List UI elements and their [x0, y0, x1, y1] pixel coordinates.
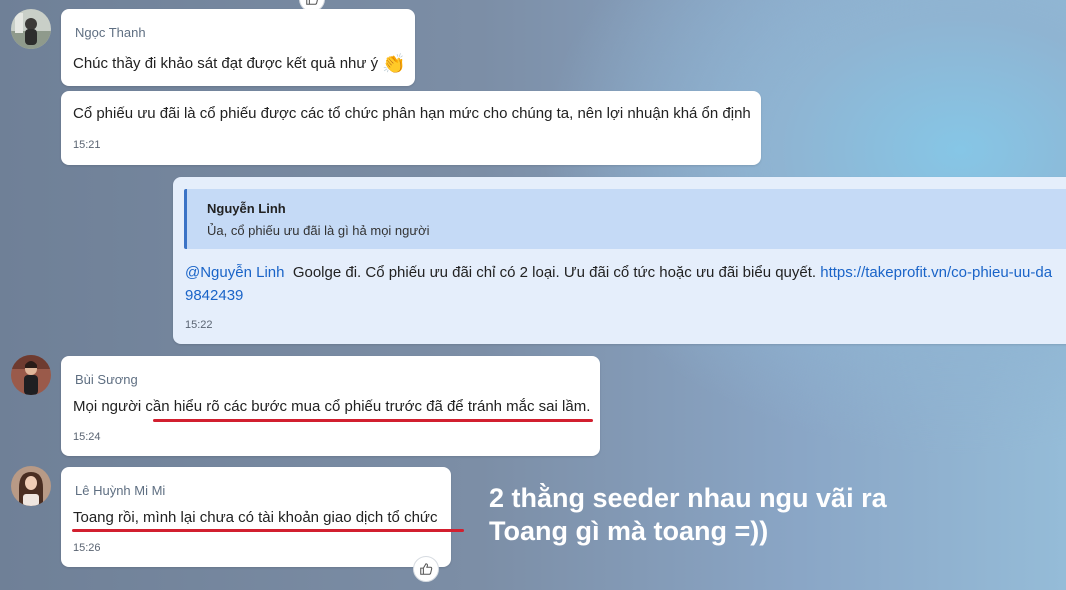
message-text: Mọi người cần hiểu rõ các bước mua cổ ph…	[73, 398, 591, 415]
avatar-bui-suong[interactable]	[11, 355, 51, 395]
red-underline-annotation	[153, 419, 593, 422]
url-link[interactable]: https://takeprofit.vn/co-phieu-uu-da	[820, 264, 1052, 281]
message-text: Toang rồi, mình lại chưa có tài khoản gi…	[73, 509, 438, 526]
message-time: 15:22	[185, 319, 213, 331]
reply-quote[interactable]: Nguyễn Linh Ủa, cổ phiếu ưu đãi là gì hả…	[184, 189, 1066, 249]
message-bubble: Bùi Sương Mọi người cần hiểu rõ các bước…	[61, 356, 600, 456]
mention-link[interactable]: @Nguyễn Linh	[185, 264, 284, 281]
avatar-ngoc-thanh[interactable]	[11, 9, 51, 49]
overlay-caption: 2 thằng seeder nhau ngu vãi ra Toang gì …	[489, 482, 887, 548]
message-bubble: Lê Huỳnh Mi Mi Toang rồi, mình lại chưa …	[61, 467, 451, 567]
message-text-content: Chúc thầy đi khảo sát đạt được kết quả n…	[73, 55, 379, 72]
message-bubble-own: Nguyễn Linh Ủa, cổ phiếu ưu đãi là gì hả…	[173, 177, 1066, 344]
reaction-button[interactable]	[413, 556, 439, 582]
message-time: 15:26	[73, 542, 101, 554]
message-time: 15:21	[73, 139, 101, 151]
quote-text: Ủa, cổ phiếu ưu đãi là gì hả mọi người	[207, 223, 430, 238]
red-underline-annotation	[72, 529, 464, 532]
message-text: Cổ phiếu ưu đãi là cổ phiếu được các tổ …	[73, 105, 751, 122]
sender-name[interactable]: Ngọc Thanh	[75, 25, 146, 40]
clapping-hands-icon: 👏	[382, 54, 406, 75]
sender-name[interactable]: Lê Huỳnh Mi Mi	[75, 483, 165, 498]
message-text: @Nguyễn Linh Goolge đi. Cổ phiếu ưu đãi …	[185, 264, 1052, 281]
overlay-caption-line1: 2 thằng seeder nhau ngu vãi ra	[489, 483, 887, 513]
message-bubble: Cổ phiếu ưu đãi là cổ phiếu được các tổ …	[61, 91, 761, 165]
thumbs-up-icon	[306, 0, 318, 5]
message-text-content: Goolge đi. Cổ phiếu ưu đãi chỉ có 2 loại…	[292, 264, 817, 281]
thumbs-up-icon	[420, 563, 433, 575]
overlay-caption-line2: Toang gì mà toang =))	[489, 516, 769, 546]
message-time: 15:24	[73, 431, 101, 443]
message-bubble: Ngọc Thanh Chúc thầy đi khảo sát đạt đượ…	[61, 9, 415, 86]
sender-name[interactable]: Bùi Sương	[75, 372, 138, 387]
avatar-le-huynh-mi-mi[interactable]	[11, 466, 51, 506]
message-text: Chúc thầy đi khảo sát đạt được kết quả n…	[73, 52, 406, 76]
url-link-continued[interactable]: 9842439	[185, 287, 243, 304]
quote-sender: Nguyễn Linh	[207, 201, 286, 216]
